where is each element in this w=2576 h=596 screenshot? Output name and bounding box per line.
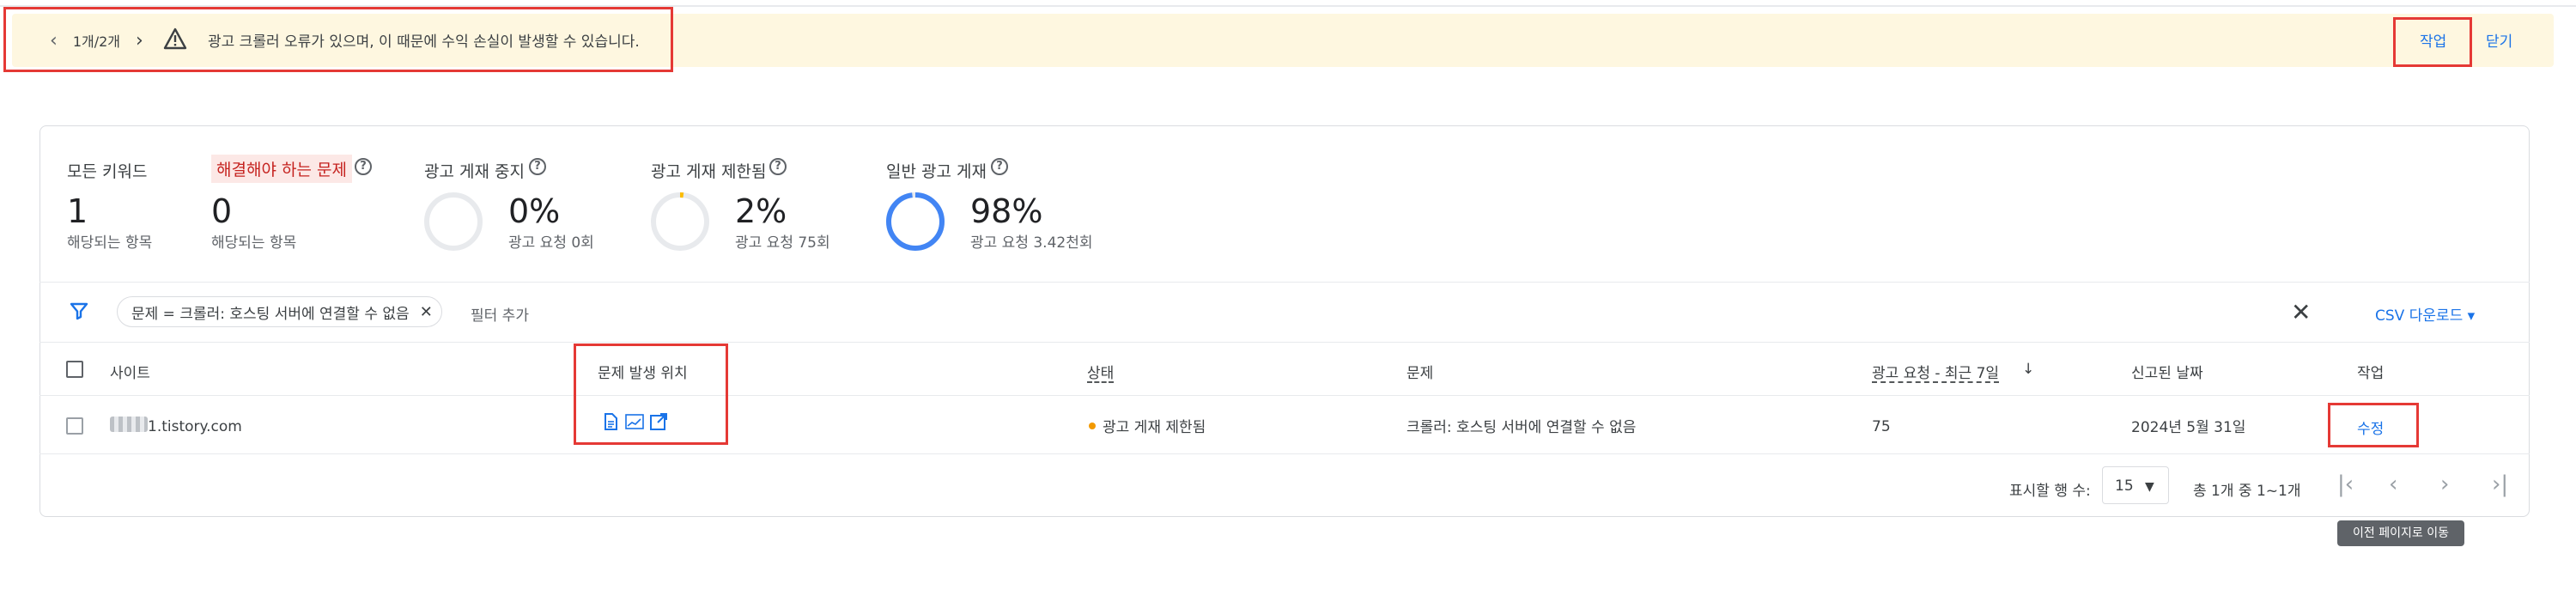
help-icon[interactable]: ? [529, 158, 546, 175]
serving-limited-ring [651, 192, 709, 251]
site-name-redacted [110, 417, 148, 432]
row-reported-date: 2024년 5월 31일 [2131, 419, 2246, 436]
help-icon[interactable]: ? [769, 158, 787, 175]
row-status: 광고 게재 제한됨 [1103, 419, 1206, 436]
help-icon[interactable]: ? [991, 158, 1008, 175]
serving-stopped-label[interactable]: 광고 게재 중지 [424, 159, 525, 182]
column-header-requests[interactable]: 광고 요청 - 최근 7일 [1872, 361, 1999, 382]
serving-normal-label[interactable]: 일반 광고 게재 [886, 159, 987, 182]
pagination-range: 총 1개 중 1~1개 [2193, 483, 2301, 500]
banner-message: 광고 크롤러 오류가 있으며, 이 때문에 수익 손실이 발생할 수 있습니다. [208, 33, 640, 51]
column-header-status[interactable]: 상태 [1087, 361, 1114, 382]
row-divider [39, 453, 2530, 454]
first-page-icon[interactable]: |‹ [2337, 471, 2354, 497]
clear-filters-icon[interactable]: ✕ [2291, 298, 2311, 326]
filter-divider [39, 342, 2530, 343]
banner-pager-count: 1개/2개 [72, 33, 121, 50]
help-icon[interactable]: ? [355, 158, 372, 175]
caret-down-icon: ▼ [2145, 480, 2154, 494]
serving-normal-percent: 98% [970, 192, 1043, 230]
banner-pager: ‹ 1개/2개 › [50, 14, 143, 67]
rows-per-page-label: 표시할 행 수: [2009, 483, 2091, 500]
all-keywords-sub: 해당되는 항목 [67, 234, 153, 252]
previous-page-icon[interactable]: ‹ [2389, 471, 2397, 497]
banner-close-button[interactable]: 닫기 [2486, 29, 2512, 51]
action-highlight-box [2393, 17, 2472, 67]
all-keywords-label[interactable]: 모든 키워드 [67, 159, 147, 182]
summary-divider [39, 282, 2530, 283]
csv-download-label: CSV 다운로드 [2375, 307, 2464, 325]
serving-normal-sub: 광고 요청 3.42천회 [970, 234, 1093, 252]
filter-chip[interactable]: 문제 = 크롤러: 호스팅 서버에 연결할 수 없음 ✕ [117, 296, 442, 327]
next-page-icon[interactable]: › [2440, 471, 2449, 497]
filter-chip-label: 문제 = 크롤러: 호스팅 서버에 연결할 수 없음 [131, 305, 410, 323]
row-checkbox[interactable] [66, 417, 83, 435]
last-page-icon[interactable]: ›| [2492, 471, 2508, 497]
edit-highlight-box [2328, 403, 2419, 447]
row-problem: 크롤러: 호스팅 서버에 연결할 수 없음 [1406, 419, 1637, 436]
previous-page-tooltip: 이전 페이지로 이동 [2337, 520, 2464, 546]
row-requests: 75 [1872, 418, 1891, 435]
row-site: 1.tistory.com [148, 418, 242, 435]
issues-label[interactable]: 해결해야 하는 문제 [211, 155, 352, 183]
serving-stopped-ring [424, 192, 483, 251]
caret-down-icon: ▾ [2467, 307, 2476, 325]
serving-normal-ring [886, 192, 945, 251]
chevron-right-icon[interactable]: › [136, 30, 143, 52]
select-all-checkbox[interactable] [66, 361, 83, 378]
status-warning-dot [1089, 423, 1096, 429]
close-icon[interactable]: ✕ [420, 303, 433, 321]
location-highlight-box [574, 344, 728, 445]
sort-down-icon[interactable]: ↓ [2022, 361, 2034, 378]
all-keywords-value: 1 [67, 192, 88, 230]
column-header-problem: 문제 [1406, 365, 1434, 382]
issues-sub: 해당되는 항목 [211, 234, 297, 252]
chevron-left-icon[interactable]: ‹ [50, 30, 58, 52]
issues-value: 0 [211, 192, 233, 230]
warning-icon [163, 27, 187, 50]
column-header-reported: 신고된 날짜 [2131, 365, 2203, 382]
serving-stopped-percent: 0% [508, 192, 561, 230]
serving-stopped-sub: 광고 요청 0회 [508, 234, 594, 252]
rows-per-page-value: 15 [2115, 477, 2134, 495]
column-header-action: 작업 [2357, 365, 2385, 382]
serving-limited-sub: 광고 요청 75회 [735, 234, 830, 252]
serving-limited-percent: 2% [735, 192, 787, 230]
column-header-site: 사이트 [110, 365, 150, 382]
add-filter-input[interactable]: 필터 추가 [471, 303, 529, 325]
serving-limited-label[interactable]: 광고 게재 제한됨 [651, 159, 766, 182]
rows-per-page-select[interactable]: 15 ▼ [2102, 466, 2169, 504]
header-divider [39, 395, 2530, 396]
csv-download-button[interactable]: CSV 다운로드 ▾ [2375, 303, 2475, 325]
filter-icon[interactable] [69, 301, 89, 321]
